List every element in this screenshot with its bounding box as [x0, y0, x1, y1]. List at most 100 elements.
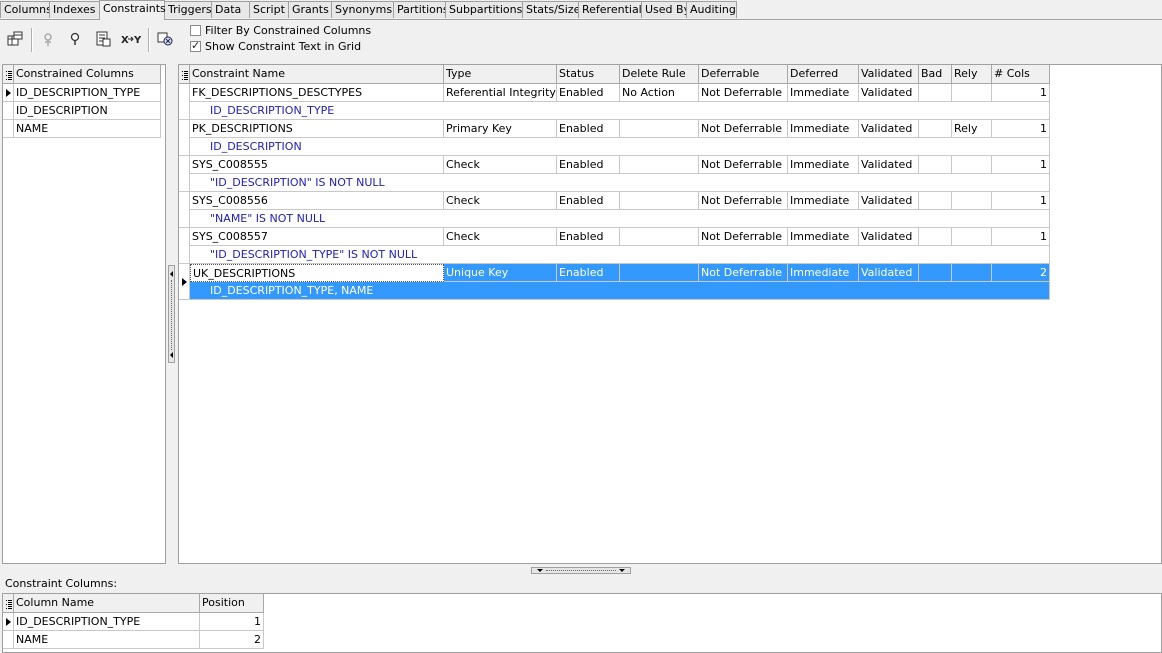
grid-options-icon[interactable] — [6, 599, 12, 609]
column-name-cell[interactable]: NAME — [14, 631, 200, 649]
status-cell[interactable]: Enabled — [557, 192, 620, 210]
num-cols-cell[interactable]: 1 — [992, 228, 1050, 246]
tab-synonyms[interactable]: Synonyms — [331, 1, 394, 18]
status-cell[interactable]: Enabled — [557, 156, 620, 174]
bad-cell[interactable] — [919, 156, 952, 174]
tab-columns[interactable]: Columns — [0, 1, 52, 18]
constraint-text-cell[interactable]: ID_DESCRIPTION — [190, 138, 1050, 156]
deferrable-cell[interactable]: Not Deferrable — [699, 264, 788, 282]
tab-stats-size[interactable]: Stats/Size — [522, 1, 580, 18]
validated-cell[interactable]: Validated — [859, 228, 919, 246]
status-cell[interactable]: Enabled — [557, 228, 620, 246]
rely-cell[interactable] — [952, 84, 992, 102]
delete-rule-cell[interactable] — [620, 192, 699, 210]
header-status[interactable]: Status — [557, 65, 620, 84]
header-position[interactable]: Position — [200, 594, 264, 613]
delete-rule-cell[interactable]: No Action — [620, 84, 699, 102]
validated-cell[interactable]: Validated — [859, 120, 919, 138]
constraint-name-cell[interactable]: SYS_C008555 — [190, 156, 444, 174]
script-icon[interactable] — [92, 28, 114, 50]
header-num-cols[interactable]: # Cols — [992, 65, 1050, 84]
constrained-column-cell[interactable]: ID_DESCRIPTION — [14, 102, 161, 120]
deferred-cell[interactable]: Immediate — [788, 120, 859, 138]
header-constraint-type[interactable]: Type — [444, 65, 557, 84]
tab-used-by[interactable]: Used By — [641, 1, 690, 18]
horizontal-splitter-handle[interactable] — [531, 567, 631, 574]
constraint-text-cell[interactable]: "ID_DESCRIPTION_TYPE" IS NOT NULL — [190, 246, 1050, 264]
deferrable-cell[interactable]: Not Deferrable — [699, 228, 788, 246]
validated-cell[interactable]: Validated — [859, 84, 919, 102]
constraint-type-cell[interactable]: Check — [444, 192, 557, 210]
status-cell[interactable]: Enabled — [557, 120, 620, 138]
header-rely[interactable]: Rely — [952, 65, 992, 84]
tab-subpartitions[interactable]: Subpartitions — [445, 1, 523, 18]
header-constrained-columns[interactable]: Constrained Columns — [14, 65, 161, 84]
header-deferrable[interactable]: Deferrable — [699, 65, 788, 84]
enable-icon[interactable] — [64, 28, 86, 50]
delete-rule-cell[interactable] — [620, 156, 699, 174]
tab-partitions[interactable]: Partitions — [393, 1, 449, 18]
rely-cell[interactable] — [952, 228, 992, 246]
tab-constraints[interactable]: Constraints — [99, 0, 166, 20]
tab-auditing[interactable]: Auditing — [686, 1, 737, 18]
rely-cell[interactable] — [952, 156, 992, 174]
grid-options-icon[interactable] — [182, 70, 188, 80]
num-cols-cell[interactable]: 2 — [992, 264, 1050, 282]
bad-cell[interactable] — [919, 84, 952, 102]
filter-checkbox[interactable] — [190, 25, 201, 36]
position-cell[interactable]: 1 — [200, 613, 264, 631]
disable-icon[interactable] — [37, 28, 59, 50]
constraint-name-cell[interactable]: PK_DESCRIPTIONS — [190, 120, 444, 138]
header-delete-rule[interactable]: Delete Rule — [620, 65, 699, 84]
tab-script[interactable]: Script — [249, 1, 289, 18]
constraint-text-cell[interactable]: "NAME" IS NOT NULL — [190, 210, 1050, 228]
header-constraint-name[interactable]: Constraint Name — [190, 65, 444, 84]
status-cell[interactable]: Enabled — [557, 84, 620, 102]
delete-rule-cell[interactable] — [620, 228, 699, 246]
header-validated[interactable]: Validated — [859, 65, 919, 84]
constraint-type-cell[interactable]: Referential Integrity — [444, 84, 557, 102]
grid-options-icon[interactable] — [6, 70, 12, 80]
header-deferred[interactable]: Deferred — [788, 65, 859, 84]
validated-cell[interactable]: Validated — [859, 156, 919, 174]
vertical-splitter-handle[interactable] — [168, 265, 175, 363]
num-cols-cell[interactable]: 1 — [992, 156, 1050, 174]
validated-cell[interactable]: Validated — [859, 264, 919, 282]
delete-rule-cell[interactable] — [620, 120, 699, 138]
show-text-checkbox[interactable] — [190, 39, 201, 52]
constrained-column-cell[interactable]: NAME — [14, 120, 161, 138]
constraint-type-cell[interactable]: Unique Key — [444, 264, 557, 282]
tab-referential[interactable]: Referential — [578, 1, 642, 18]
delete-rule-cell[interactable] — [620, 264, 699, 282]
bad-cell[interactable] — [919, 192, 952, 210]
bad-cell[interactable] — [919, 264, 952, 282]
constraints-grid[interactable]: Constraint Name Type Status Delete Rule Defe… — [178, 64, 1162, 564]
constraint-name-cell[interactable]: SYS_C008557 — [190, 228, 444, 246]
column-name-cell[interactable]: ID_DESCRIPTION_TYPE — [14, 613, 200, 631]
constraint-type-cell[interactable]: Check — [444, 156, 557, 174]
deferred-cell[interactable]: Immediate — [788, 228, 859, 246]
tab-data[interactable]: Data — [211, 1, 250, 18]
num-cols-cell[interactable]: 1 — [992, 120, 1050, 138]
validated-cell[interactable]: Validated — [859, 192, 919, 210]
deferrable-cell[interactable]: Not Deferrable — [699, 156, 788, 174]
tab-indexes[interactable]: Indexes — [49, 1, 100, 18]
constraint-name-cell[interactable]: FK_DESCRIPTIONS_DESCTYPES — [190, 84, 444, 102]
constraint-type-cell[interactable]: Check — [444, 228, 557, 246]
rely-cell[interactable] — [952, 192, 992, 210]
table-constraints-icon[interactable] — [4, 28, 26, 50]
deferrable-cell[interactable]: Not Deferrable — [699, 192, 788, 210]
deferred-cell[interactable]: Immediate — [788, 156, 859, 174]
header-bad[interactable]: Bad — [919, 65, 952, 84]
xy-icon[interactable]: XY — [118, 28, 144, 50]
constrained-columns-grid[interactable]: Constrained Columns ID_DESCRIPTION_TYPE ID… — [2, 64, 166, 564]
num-cols-cell[interactable]: 1 — [992, 84, 1050, 102]
deferred-cell[interactable]: Immediate — [788, 264, 859, 282]
deferred-cell[interactable]: Immediate — [788, 192, 859, 210]
deferrable-cell[interactable]: Not Deferrable — [699, 120, 788, 138]
constraint-text-cell[interactable]: ID_DESCRIPTION_TYPE — [190, 102, 1050, 120]
header-column-name[interactable]: Column Name — [14, 594, 200, 613]
tab-triggers[interactable]: Triggers — [164, 1, 212, 18]
bad-cell[interactable] — [919, 228, 952, 246]
bad-cell[interactable] — [919, 120, 952, 138]
